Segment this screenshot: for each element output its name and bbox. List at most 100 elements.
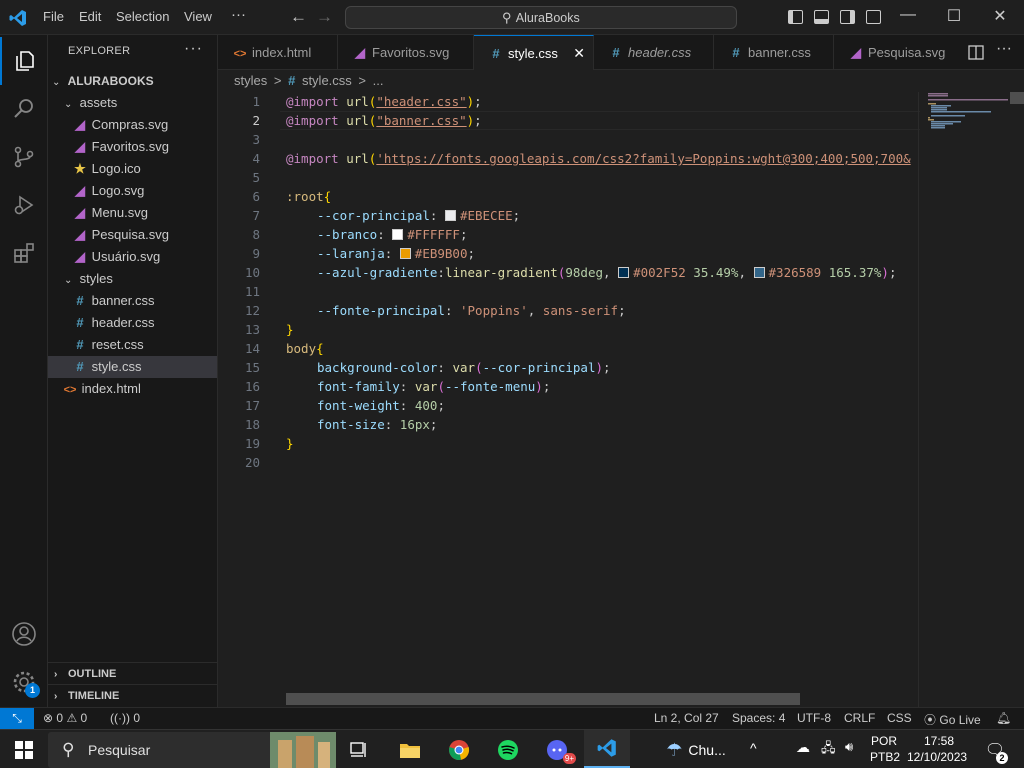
cursor-position[interactable]: Ln 2, Col 27 [654,711,719,725]
command-center-search[interactable]: ⚲ AluraBooks [345,6,737,29]
vscode-taskbar-button[interactable] [584,730,630,768]
tab-banner-css[interactable]: # banner.css [714,35,834,70]
spotify-button[interactable] [490,734,526,766]
brace: } [286,322,294,337]
breadcrumb-symbols[interactable]: ... [373,73,384,88]
file-compras-svg[interactable]: ◢ Compras.svg [48,114,217,136]
search-icon: ⚲ [62,740,75,759]
tab-style-css[interactable]: # style.css ✕ [474,35,594,70]
discord-button[interactable]: 9+ [540,734,576,766]
source-control-activity[interactable] [0,133,48,181]
menu-file[interactable]: File [43,9,64,24]
close-tab-icon[interactable]: ✕ [573,36,585,70]
tab-header-css[interactable]: # header.css [594,35,714,70]
code-line: @import url("banner.css"); [286,111,482,130]
file-reset-css[interactable]: # reset.css [48,334,217,356]
indentation-indicator[interactable]: Spaces: 4 [732,711,785,725]
file-usuario-svg[interactable]: ◢ Usuário.svg [48,246,217,268]
menu-edit[interactable]: Edit [79,9,101,24]
file-pesquisa-svg[interactable]: ◢ Pesquisa.svg [48,224,217,246]
tab-pesquisa-svg[interactable]: ◢ Pesquisa.svg [834,35,962,70]
toggle-secondary-sidebar-icon[interactable] [840,10,855,24]
at-rule-keyword: @import [286,94,339,109]
chevron-up-icon[interactable]: ^ [750,740,757,756]
search-icon: ⚲ [502,10,512,25]
manage-activity[interactable]: 1 [0,658,48,706]
input-language-primary[interactable]: POR [871,734,897,748]
css-variable: --azul-gradiente [317,265,438,280]
start-button[interactable] [6,734,42,766]
input-language-secondary[interactable]: PTB2 [870,750,900,764]
back-arrow-icon[interactable]: ← [290,7,307,27]
encoding-indicator[interactable]: UTF-8 [797,711,831,725]
minimize-button[interactable]: — [898,6,918,24]
taskbar-search-box[interactable]: ⚲ Pesquisar [48,732,336,768]
workspace-root-folder[interactable]: ⌄ ALURABOOKS [48,70,217,92]
color-swatch[interactable] [618,267,630,278]
minimap[interactable] [918,92,1010,707]
toggle-primary-sidebar-icon[interactable] [788,10,803,24]
remote-indicator[interactable]: ⤡ [0,708,34,730]
vertical-scrollbar[interactable] [1010,92,1024,104]
notifications-bell-icon[interactable]: 🔔︎ [996,711,1011,725]
html-file-icon: <> [233,48,247,60]
split-editor-icon[interactable] [968,45,984,60]
file-logo-svg[interactable]: ◢ Logo.svg [48,180,217,202]
clock-date[interactable]: 12/10/2023 [907,750,967,764]
code-editor[interactable]: 1 2 3 4 5 6 7 8 9 10 11 12 13 14 15 16 1… [218,92,1024,707]
clock-time[interactable]: 17:58 [924,734,954,748]
folder-assets[interactable]: ⌄ assets [48,92,217,114]
color-swatch[interactable] [392,229,404,240]
file-favoritos-svg[interactable]: ◢ Favoritos.svg [48,136,217,158]
weather-widget[interactable]: ☂ Chu... [656,734,736,766]
maximize-button[interactable]: ☐ [944,6,964,26]
folder-styles[interactable]: ⌄ styles [48,268,217,290]
tree-item-label: Logo.svg [91,183,145,198]
extensions-activity[interactable] [0,229,48,277]
forward-arrow-icon[interactable]: → [316,7,333,27]
network-icon[interactable]: 🖧︎ [821,739,836,761]
file-logo-ico[interactable]: ★ Logo.ico [48,158,217,180]
color-swatch[interactable] [399,248,411,259]
go-live-button[interactable]: ⦿ Go Live [924,711,981,728]
color-swatch[interactable] [444,210,456,221]
close-window-button[interactable]: ✕ [990,6,1010,26]
menu-selection[interactable]: Selection [116,9,169,24]
file-header-css[interactable]: # header.css [48,312,217,334]
onedrive-cloud-icon[interactable]: ☁ [796,739,810,756]
task-view-button[interactable] [342,734,378,766]
volume-icon[interactable]: 🔊︎ [845,739,853,755]
breadcrumb-file[interactable]: style.css [302,73,352,88]
file-menu-svg[interactable]: ◢ Menu.svg [48,202,217,224]
explorer-activity[interactable] [0,37,48,85]
ports-indicator[interactable]: ((·)) 0 [110,711,140,725]
timeline-section[interactable]: › TIMELINE [48,684,217,706]
file-banner-css[interactable]: # banner.css [48,290,217,312]
explorer-more-button[interactable]: ··· [184,40,203,58]
problems-indicator[interactable]: ⊗ 0 ⚠ 0 [43,711,87,725]
toggle-panel-icon[interactable] [814,10,829,24]
outline-section[interactable]: › OUTLINE [48,662,217,684]
breadcrumb-folder[interactable]: styles [234,73,267,88]
file-index-html[interactable]: <> index.html [48,378,217,400]
color-swatch[interactable] [753,267,765,278]
menu-more-button[interactable]: ··· [231,6,246,23]
menu-view[interactable]: View [184,9,212,24]
chrome-button[interactable] [441,734,477,766]
language-mode[interactable]: CSS [887,711,912,725]
code-lines: @import url("header.css"); @import url("… [286,92,918,492]
search-activity[interactable] [0,85,48,133]
tab-index-html[interactable]: <> index.html [218,35,338,70]
account-icon [12,622,36,646]
accounts-activity[interactable] [0,610,48,658]
customize-layout-icon[interactable] [866,10,881,24]
run-debug-activity[interactable] [0,181,48,229]
horizontal-scrollbar[interactable] [286,693,800,705]
tab-favoritos-svg[interactable]: ◢ Favoritos.svg [338,35,474,70]
notification-center-button[interactable]: 🗨︎ 2 [980,734,1010,766]
file-style-css[interactable]: # style.css [48,356,217,378]
editor-more-actions-button[interactable]: ··· [996,40,1012,58]
file-explorer-button[interactable] [392,734,428,766]
eol-indicator[interactable]: CRLF [844,711,875,725]
css-file-icon: # [732,45,740,60]
